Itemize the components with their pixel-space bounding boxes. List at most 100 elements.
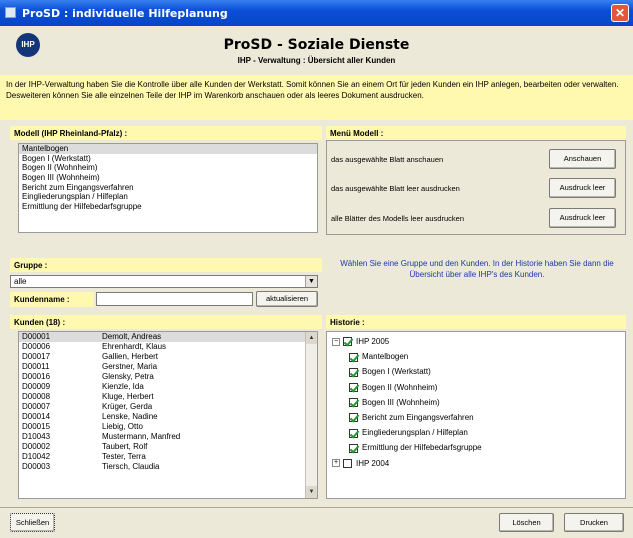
checkbox-icon[interactable] — [349, 352, 358, 362]
modell-list[interactable]: Mantelbogen Bogen I (Werkstatt) Bogen II (… — [18, 143, 318, 233]
app-icon — [5, 7, 16, 18]
kunden-id: D10042 — [22, 452, 51, 461]
checkbox-icon[interactable] — [349, 443, 358, 453]
kunden-name: Taubert, Rolf — [102, 442, 148, 451]
kunden-id: D00006 — [22, 342, 51, 351]
kunden-name: Tiersch, Claudia — [102, 462, 160, 471]
kunden-name: Ehrenhardt, Klaus — [102, 342, 167, 351]
tree-node-label: Mantelbogen — [362, 352, 409, 362]
kunden-row[interactable]: D00003 Tiersch, Claudia — [19, 462, 317, 472]
modell-item[interactable]: Bogen III (Wohnheim) — [19, 173, 317, 183]
tree-node-sheet[interactable]: Eingliederungsplan / Hilfeplan — [349, 427, 468, 439]
footer-divider — [0, 507, 633, 508]
checkbox-icon[interactable] — [349, 367, 358, 377]
expand-icon[interactable]: + — [332, 459, 340, 468]
kunden-id: D00017 — [22, 352, 51, 361]
kunden-id: D00015 — [22, 422, 51, 431]
checkbox-icon[interactable] — [349, 428, 358, 438]
intro-text: In der IHP-Verwaltung haben Sie die Kont… — [0, 75, 633, 120]
modell-item[interactable]: Eingliederungsplan / Hilfeplan — [19, 192, 317, 202]
modell-item[interactable]: Mantelbogen — [19, 144, 317, 154]
scroll-up-icon[interactable]: ▲ — [306, 332, 317, 344]
tree-node-label: IHP 2004 — [356, 458, 390, 468]
kunden-list[interactable]: D00001 Demolt, Andreas D00006 Ehrenhardt, K… — [18, 331, 318, 499]
close-button[interactable]: Schließen — [10, 513, 55, 532]
kunden-id: D00001 — [22, 332, 51, 341]
hint-text: Wählen Sie eine Gruppe und den Kunden. I… — [340, 259, 614, 279]
menu-label-view: das ausgewählte Blatt anschauen — [331, 155, 444, 164]
kunden-row[interactable]: D00016 Glensky, Petra — [19, 372, 317, 382]
modell-item[interactable]: Bogen I (Werkstatt) — [19, 154, 317, 164]
tree-node-ihp[interactable]: + IHP 2004 — [332, 458, 389, 470]
kunden-id: D00016 — [22, 372, 51, 381]
tree-node-sheet[interactable]: Bericht zum Eingangsverfahren — [349, 412, 474, 424]
menu-label-print-all: alle Blätter des Modells leer ausdrucken — [331, 214, 464, 223]
close-icon[interactable]: ✕ — [611, 4, 629, 22]
kunden-row[interactable]: D00011 Gerstner, Maria — [19, 362, 317, 372]
kunden-row[interactable]: D00008 Kluge, Herbert — [19, 392, 317, 402]
kunden-row[interactable]: D10042 Tester, Terra — [19, 452, 317, 462]
kunden-name: Liebig, Otto — [102, 422, 143, 431]
delete-button[interactable]: Löschen — [499, 513, 554, 532]
historie-heading: Historie : — [326, 315, 626, 329]
kunden-row[interactable]: D00009 Kienzle, Ida — [19, 382, 317, 392]
tree-node-sheet[interactable]: Mantelbogen — [349, 351, 408, 363]
chevron-down-icon[interactable]: ▼ — [305, 276, 317, 287]
tree-node-label: Bogen I (Werkstatt) — [362, 367, 431, 377]
window-title: ProSD : individuelle Hilfeplanung — [22, 7, 228, 20]
kunden-id: D00003 — [22, 462, 51, 471]
kunden-id: D10043 — [22, 432, 51, 441]
kundenname-label: Kundenname : — [10, 292, 94, 307]
kunden-row[interactable]: D00007 Krüger, Gerda — [19, 402, 317, 412]
checkbox-icon[interactable] — [349, 382, 358, 392]
kunden-name: Demolt, Andreas — [102, 332, 162, 341]
menu-heading: Menü Modell : — [326, 126, 626, 140]
kunden-row[interactable]: D00001 Demolt, Andreas — [19, 332, 317, 342]
tree-node-label: Eingliederungsplan / Hilfeplan — [362, 428, 468, 438]
kunden-name: Krüger, Gerda — [102, 402, 153, 411]
kunden-scrollbar[interactable]: ▲ ▼ — [305, 332, 317, 498]
kunden-row[interactable]: D10043 Mustermann, Manfred — [19, 432, 317, 442]
modell-item[interactable]: Ermittlung der Hilfebedarfsgruppe — [19, 202, 317, 212]
tree-node-ihp[interactable]: − IHP 2005 — [332, 336, 389, 348]
kunden-id: D00007 — [22, 402, 51, 411]
menu-panel: das ausgewählte Blatt anschauen Anschaue… — [326, 140, 626, 235]
print-sheet-empty-button[interactable]: Ausdruck leer — [549, 178, 616, 198]
kunden-name: Kluge, Herbert — [102, 392, 154, 401]
checkbox-icon[interactable] — [349, 398, 358, 408]
print-button[interactable]: Drucken — [564, 513, 624, 532]
kunden-row[interactable]: D00017 Gallien, Herbert — [19, 352, 317, 362]
kunden-name: Mustermann, Manfred — [102, 432, 181, 441]
view-button[interactable]: Anschauen — [549, 149, 616, 169]
tree-node-label: Bogen II (Wohnheim) — [362, 382, 438, 392]
refresh-button[interactable]: aktualisieren — [256, 291, 318, 307]
tree-node-label: Bogen III (Wohnheim) — [362, 397, 440, 407]
page-title: ProSD - Soziale Dienste — [223, 37, 410, 53]
modell-item[interactable]: Bericht zum Eingangsverfahren — [19, 183, 317, 193]
gruppe-heading: Gruppe : — [10, 258, 322, 272]
kunden-name: Gallien, Herbert — [102, 352, 159, 361]
kunden-row[interactable]: D00015 Liebig, Otto — [19, 422, 317, 432]
kunden-row[interactable]: D00006 Ehrenhardt, Klaus — [19, 342, 317, 352]
modell-item[interactable]: Bogen II (Wohnheim) — [19, 163, 317, 173]
print-all-empty-button[interactable]: Ausdruck leer — [549, 208, 616, 228]
menu-label-print-sheet: das ausgewählte Blatt leer ausdrucken — [331, 184, 460, 193]
gruppe-select[interactable]: alle ▼ — [10, 275, 318, 288]
tree-node-label: IHP 2005 — [356, 337, 390, 346]
tree-node-sheet[interactable]: Bogen II (Wohnheim) — [349, 382, 437, 394]
checkbox-icon[interactable] — [343, 337, 352, 347]
kunden-id: D00009 — [22, 382, 51, 391]
checkbox-icon[interactable] — [343, 458, 352, 468]
kundenname-input[interactable] — [96, 292, 253, 306]
page-subtitle: IHP - Verwaltung : Übersicht aller Kunde… — [237, 56, 396, 65]
tree-node-sheet[interactable]: Ermittlung der Hilfebedarfsgruppe — [349, 442, 482, 454]
tree-node-sheet[interactable]: Bogen I (Werkstatt) — [349, 366, 431, 378]
kunden-row[interactable]: D00002 Taubert, Rolf — [19, 442, 317, 452]
collapse-icon[interactable]: − — [332, 337, 340, 346]
tree-node-sheet[interactable]: Bogen III (Wohnheim) — [349, 397, 440, 409]
historie-tree[interactable]: − IHP 2005 Mantelbogen Bogen I (Werkstatt) B… — [326, 331, 626, 499]
scroll-down-icon[interactable]: ▼ — [306, 486, 317, 498]
kunden-name: Glensky, Petra — [102, 372, 154, 381]
kunden-row[interactable]: D00014 Lenske, Nadine — [19, 412, 317, 422]
checkbox-icon[interactable] — [349, 413, 358, 423]
